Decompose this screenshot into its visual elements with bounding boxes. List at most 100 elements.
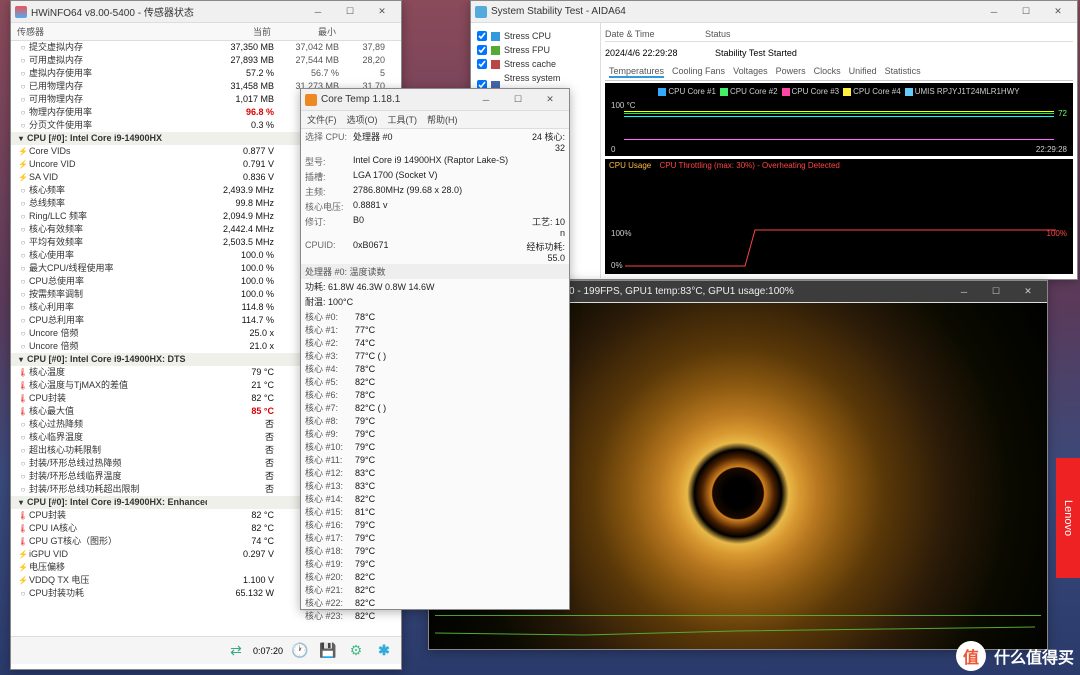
tab-powers[interactable]: Powers <box>776 66 806 78</box>
minimize-button[interactable]: ─ <box>471 90 501 110</box>
core-row: 核心 #19:79°C <box>305 558 565 571</box>
maximize-button[interactable]: ☐ <box>503 90 533 110</box>
aida-info-row: 2024/4/6 22:29:28 Stability Test Started <box>605 46 1073 60</box>
stress-checkbox[interactable]: Stress FPU <box>477 43 594 57</box>
label-status: Status <box>705 29 805 39</box>
tab-voltages[interactable]: Voltages <box>733 66 768 78</box>
aida-tabs: Temperatures Cooling Fans Voltages Powers Cl… <box>605 64 1073 81</box>
stress-checkbox[interactable]: Stress CPU <box>477 29 594 43</box>
core-row: 核心 #20:82°C <box>305 571 565 584</box>
info-row: 选择 CPU:处理器 #024 核心: 32 <box>301 129 569 154</box>
label-datetime: Date & Time <box>605 29 705 39</box>
core-row: 核心 #7:82°C ( ) <box>305 402 565 415</box>
core-row: 核心 #23:82°C <box>305 610 565 623</box>
power-row: 功耗: 61.8W 46.3W 0.8W 14.6W <box>301 279 569 294</box>
stress-checkbox[interactable]: Stress cache <box>477 57 594 71</box>
aida-title: System Stability Test - AIDA64 <box>491 6 979 17</box>
menu-item[interactable]: 文件(F) <box>307 113 337 126</box>
temp-value: 72 <box>1058 109 1067 118</box>
hwinfo-title: HWiNFO64 v8.00-5400 - 传感器状态 <box>31 4 303 19</box>
info-row: CPUID:0xB0671经标功耗: 55.0 <box>301 239 569 264</box>
tab-cooling fans[interactable]: Cooling Fans <box>672 66 725 78</box>
maximize-button[interactable]: ☐ <box>1011 2 1041 22</box>
maximize-button[interactable]: ☐ <box>981 282 1011 302</box>
core-row: 核心 #1:77°C <box>305 324 565 337</box>
temp-line <box>624 139 1055 140</box>
core-row: 核心 #17:79°C <box>305 532 565 545</box>
close-button[interactable]: ✕ <box>535 90 565 110</box>
aida-titlebar[interactable]: System Stability Test - AIDA64 ─ ☐ ✕ <box>471 1 1077 23</box>
core-row: 核心 #11:79°C <box>305 454 565 467</box>
col-min: 最小 <box>271 25 336 38</box>
tab-temperatures[interactable]: Temperatures <box>609 66 664 78</box>
legend-item: CPU Core #2 <box>720 87 778 96</box>
aida-info-row: Date & Time Status <box>605 27 1073 42</box>
menu-item[interactable]: 帮助(H) <box>427 113 458 126</box>
close-button[interactable]: ✕ <box>1013 282 1043 302</box>
sensor-row[interactable]: ○可用虚拟内存27,893 MB27,544 MB28,20 <box>11 54 401 67</box>
expand-icon[interactable]: ✱ <box>373 640 395 662</box>
coretemp-window: Core Temp 1.18.1 ─ ☐ ✕ 文件(F) 选项(O) 工具(T) 帮助… <box>300 88 570 610</box>
core-row: 核心 #10:79°C <box>305 441 565 454</box>
coretemp-info: 选择 CPU:处理器 #024 核心: 32型号:Intel Core i9 1… <box>301 129 569 264</box>
info-row: 主频:2786.80MHz (99.68 x 28.0) <box>301 184 569 199</box>
col-sensor: 传感器 <box>11 25 206 38</box>
tab-clocks[interactable]: Clocks <box>814 66 841 78</box>
coretemp-cores: 核心 #0:78°C核心 #1:77°C核心 #2:74°C核心 #3:77°C… <box>301 309 569 625</box>
hwinfo-footer: ⇄ 0:07:20 🕐 💾 ⚙ ✱ <box>11 636 401 664</box>
core-row: 核心 #22:82°C <box>305 597 565 610</box>
save-icon[interactable]: 💾 <box>317 640 339 662</box>
y-min: 0 <box>611 145 615 154</box>
process-icon[interactable]: ⇄ <box>225 640 247 662</box>
close-button[interactable]: ✕ <box>1043 2 1073 22</box>
graph-legend: CPU Core #1CPU Core #2CPU Core #3CPU Cor… <box>609 87 1069 96</box>
tab-statistics[interactable]: Statistics <box>885 66 921 78</box>
value-datetime: 2024/4/6 22:29:28 <box>605 48 715 58</box>
coretemp-titlebar[interactable]: Core Temp 1.18.1 ─ ☐ ✕ <box>301 89 569 111</box>
core-row: 核心 #13:83°C <box>305 480 565 493</box>
coretemp-title: Core Temp 1.18.1 <box>321 94 471 105</box>
legend-item: CPU Core #1 <box>658 87 716 96</box>
watermark-text: 什么值得买 <box>994 644 1074 668</box>
maximize-button[interactable]: ☐ <box>335 2 365 22</box>
temp-line <box>624 116 1055 117</box>
coretemp-menu: 文件(F) 选项(O) 工具(T) 帮助(H) <box>301 111 569 129</box>
minimize-button[interactable]: ─ <box>949 282 979 302</box>
y-min: 0% <box>611 261 623 270</box>
col-current: 当前 <box>206 25 271 38</box>
core-row: 核心 #12:83°C <box>305 467 565 480</box>
temp-line <box>624 113 1055 114</box>
legend-item: CPU Core #4 <box>843 87 901 96</box>
info-row: 型号:Intel Core i9 14900HX (Raptor Lake-S) <box>301 154 569 169</box>
aida-temp-graph: CPU Core #1CPU Core #2CPU Core #3CPU Cor… <box>605 83 1073 274</box>
menu-item[interactable]: 工具(T) <box>388 113 418 126</box>
hwinfo-header: 传感器 当前 最小 <box>11 23 401 41</box>
sensor-row[interactable]: ○虚拟内存使用率57.2 %56.7 %5 <box>11 67 401 80</box>
settings-icon[interactable]: ⚙ <box>345 640 367 662</box>
core-row: 核心 #14:82°C <box>305 493 565 506</box>
hwinfo-titlebar[interactable]: HWiNFO64 v8.00-5400 - 传感器状态 ─ ☐ ✕ <box>11 1 401 23</box>
info-row: 修订:B0工艺: 10 n <box>301 214 569 239</box>
core-row: 核心 #2:74°C <box>305 337 565 350</box>
coretemp-icon <box>305 94 317 106</box>
legend-item: UMIS RPJYJ1T24MLR1HWY <box>905 87 1020 96</box>
tab-unified[interactable]: Unified <box>849 66 877 78</box>
clock-icon[interactable]: 🕐 <box>289 640 311 662</box>
cpu-usage-line <box>625 226 1056 270</box>
close-button[interactable]: ✕ <box>367 2 397 22</box>
core-row: 核心 #8:79°C <box>305 415 565 428</box>
info-row: 核心电压:0.8881 v <box>301 199 569 214</box>
sensor-row[interactable]: ○提交虚拟内存37,350 MB37,042 MB37,89 <box>11 41 401 54</box>
core-row: 核心 #18:79°C <box>305 545 565 558</box>
core-row: 核心 #4:78°C <box>305 363 565 376</box>
core-row: 核心 #5:82°C <box>305 376 565 389</box>
menu-item[interactable]: 选项(O) <box>347 113 378 126</box>
core-row: 核心 #0:78°C <box>305 311 565 324</box>
minimize-button[interactable]: ─ <box>979 2 1009 22</box>
info-row: 插槽:LGA 1700 (Socket V) <box>301 169 569 184</box>
minimize-button[interactable]: ─ <box>303 2 333 22</box>
elapsed-time: 0:07:20 <box>253 646 283 656</box>
watermark-icon: 值 <box>956 641 986 671</box>
tjmax-row: 耐温: 100°C <box>301 294 569 309</box>
core-row: 核心 #21:82°C <box>305 584 565 597</box>
